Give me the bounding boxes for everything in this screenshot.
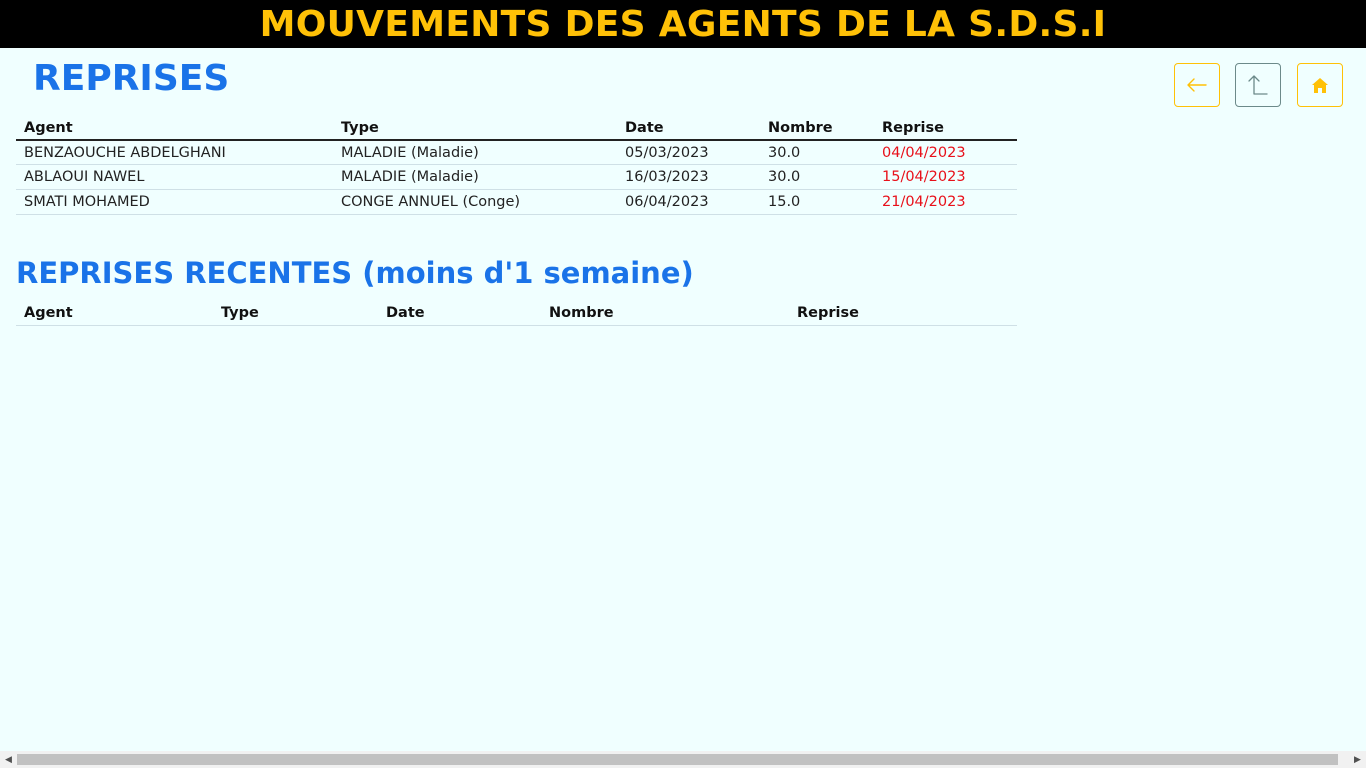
arrow-up-turn-icon bbox=[1248, 74, 1268, 96]
up-button[interactable] bbox=[1235, 63, 1281, 107]
column-header-date: Date bbox=[386, 304, 425, 321]
column-header-reprise: Reprise bbox=[797, 304, 859, 321]
cell-type: MALADIE (Maladie) bbox=[341, 144, 479, 161]
column-header-agent: Agent bbox=[24, 119, 73, 136]
table-row: BENZAOUCHE ABDELGHANI MALADIE (Maladie) … bbox=[16, 140, 1017, 165]
cell-type: CONGE ANNUEL (Conge) bbox=[341, 193, 521, 210]
arrow-left-icon bbox=[1187, 78, 1207, 92]
recent-section-title: REPRISES RECENTES (moins d'1 semaine) bbox=[16, 256, 694, 290]
cell-date: 05/03/2023 bbox=[625, 144, 709, 161]
cell-type: MALADIE (Maladie) bbox=[341, 169, 479, 186]
cell-nombre: 15.0 bbox=[768, 193, 801, 210]
column-header-date: Date bbox=[625, 119, 664, 136]
app-title: MOUVEMENTS DES AGENTS DE LA S.D.S.I bbox=[259, 3, 1107, 45]
table-header-row: Agent Type Date Nombre Reprise bbox=[16, 301, 1017, 325]
table-row: SMATI MOHAMED CONGE ANNUEL (Conge) 06/04… bbox=[16, 189, 1017, 215]
horizontal-scrollbar[interactable]: ◀ ▶ bbox=[0, 751, 1366, 768]
table-row: ABLAOUI NAWEL MALADIE (Maladie) 16/03/20… bbox=[16, 165, 1017, 190]
table-header-row: Agent Type Date Nombre Reprise bbox=[16, 116, 1017, 140]
column-header-reprise: Reprise bbox=[882, 119, 944, 136]
cell-reprise: 21/04/2023 bbox=[882, 193, 966, 210]
cell-date: 06/04/2023 bbox=[625, 193, 709, 210]
column-header-nombre: Nombre bbox=[768, 119, 833, 136]
column-header-agent: Agent bbox=[24, 304, 73, 321]
column-header-type: Type bbox=[341, 119, 379, 136]
recent-reprises-table: Agent Type Date Nombre Reprise bbox=[16, 301, 1017, 326]
scroll-left-icon[interactable]: ◀ bbox=[0, 751, 17, 768]
cell-nombre: 30.0 bbox=[768, 144, 801, 161]
reprises-table: Agent Type Date Nombre Reprise BENZAOUCH… bbox=[16, 116, 1017, 215]
cell-agent: ABLAOUI NAWEL bbox=[24, 169, 145, 186]
page-title: REPRISES bbox=[33, 58, 230, 99]
home-button[interactable] bbox=[1297, 63, 1343, 107]
cell-agent: BENZAOUCHE ABDELGHANI bbox=[24, 144, 226, 161]
home-icon bbox=[1311, 77, 1329, 94]
cell-date: 16/03/2023 bbox=[625, 169, 709, 186]
column-header-nombre: Nombre bbox=[549, 304, 614, 321]
back-button[interactable] bbox=[1174, 63, 1220, 107]
cell-reprise: 04/04/2023 bbox=[882, 144, 966, 161]
cell-nombre: 30.0 bbox=[768, 169, 801, 186]
scrollbar-thumb[interactable] bbox=[17, 754, 1338, 765]
cell-agent: SMATI MOHAMED bbox=[24, 193, 150, 210]
column-header-type: Type bbox=[221, 304, 259, 321]
top-banner: MOUVEMENTS DES AGENTS DE LA S.D.S.I bbox=[0, 0, 1366, 48]
scroll-right-icon[interactable]: ▶ bbox=[1349, 751, 1366, 768]
cell-reprise: 15/04/2023 bbox=[882, 169, 966, 186]
